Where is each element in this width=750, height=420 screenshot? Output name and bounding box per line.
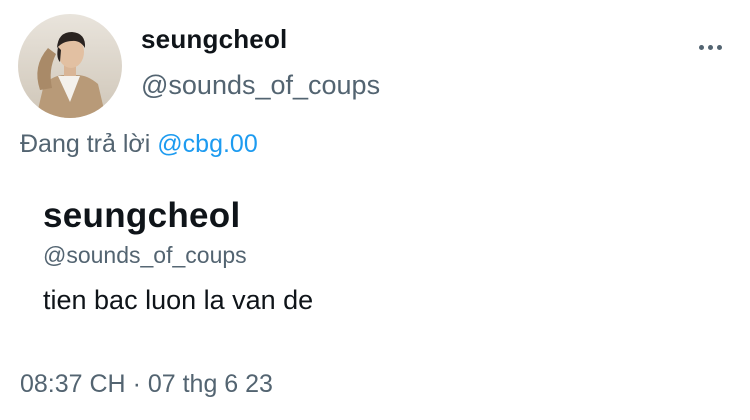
avatar[interactable] [18,14,122,118]
timestamp[interactable]: 08:37 CH · 07 thg 6 23 [20,370,273,399]
tweet-text: tien bac luon la van de [43,285,314,315]
author-handle[interactable]: @sounds_of_coups [141,70,380,101]
replying-to-mention[interactable]: @cbg.00 [157,130,257,158]
timestamp-time: 08:37 CH [20,370,126,398]
author-display-name[interactable]: seungcheol [141,24,287,55]
replying-to-label: Đang trả lời [20,130,158,158]
timestamp-separator: · [125,370,148,398]
content-name: seungcheol [43,196,241,235]
tweet-card: seungcheol @sounds_of_coups Đang trả lời… [0,0,750,420]
more-dot [698,44,704,50]
avatar-photo-icon [18,14,122,118]
more-dot [716,44,722,50]
timestamp-date: 07 thg 6 23 [147,370,273,398]
more-dot [707,44,713,50]
content-handle: @sounds_of_coups [43,242,247,268]
replying-to-line: Đang trả lời @cbg.00 [20,130,258,159]
more-options-icon[interactable] [690,36,730,58]
